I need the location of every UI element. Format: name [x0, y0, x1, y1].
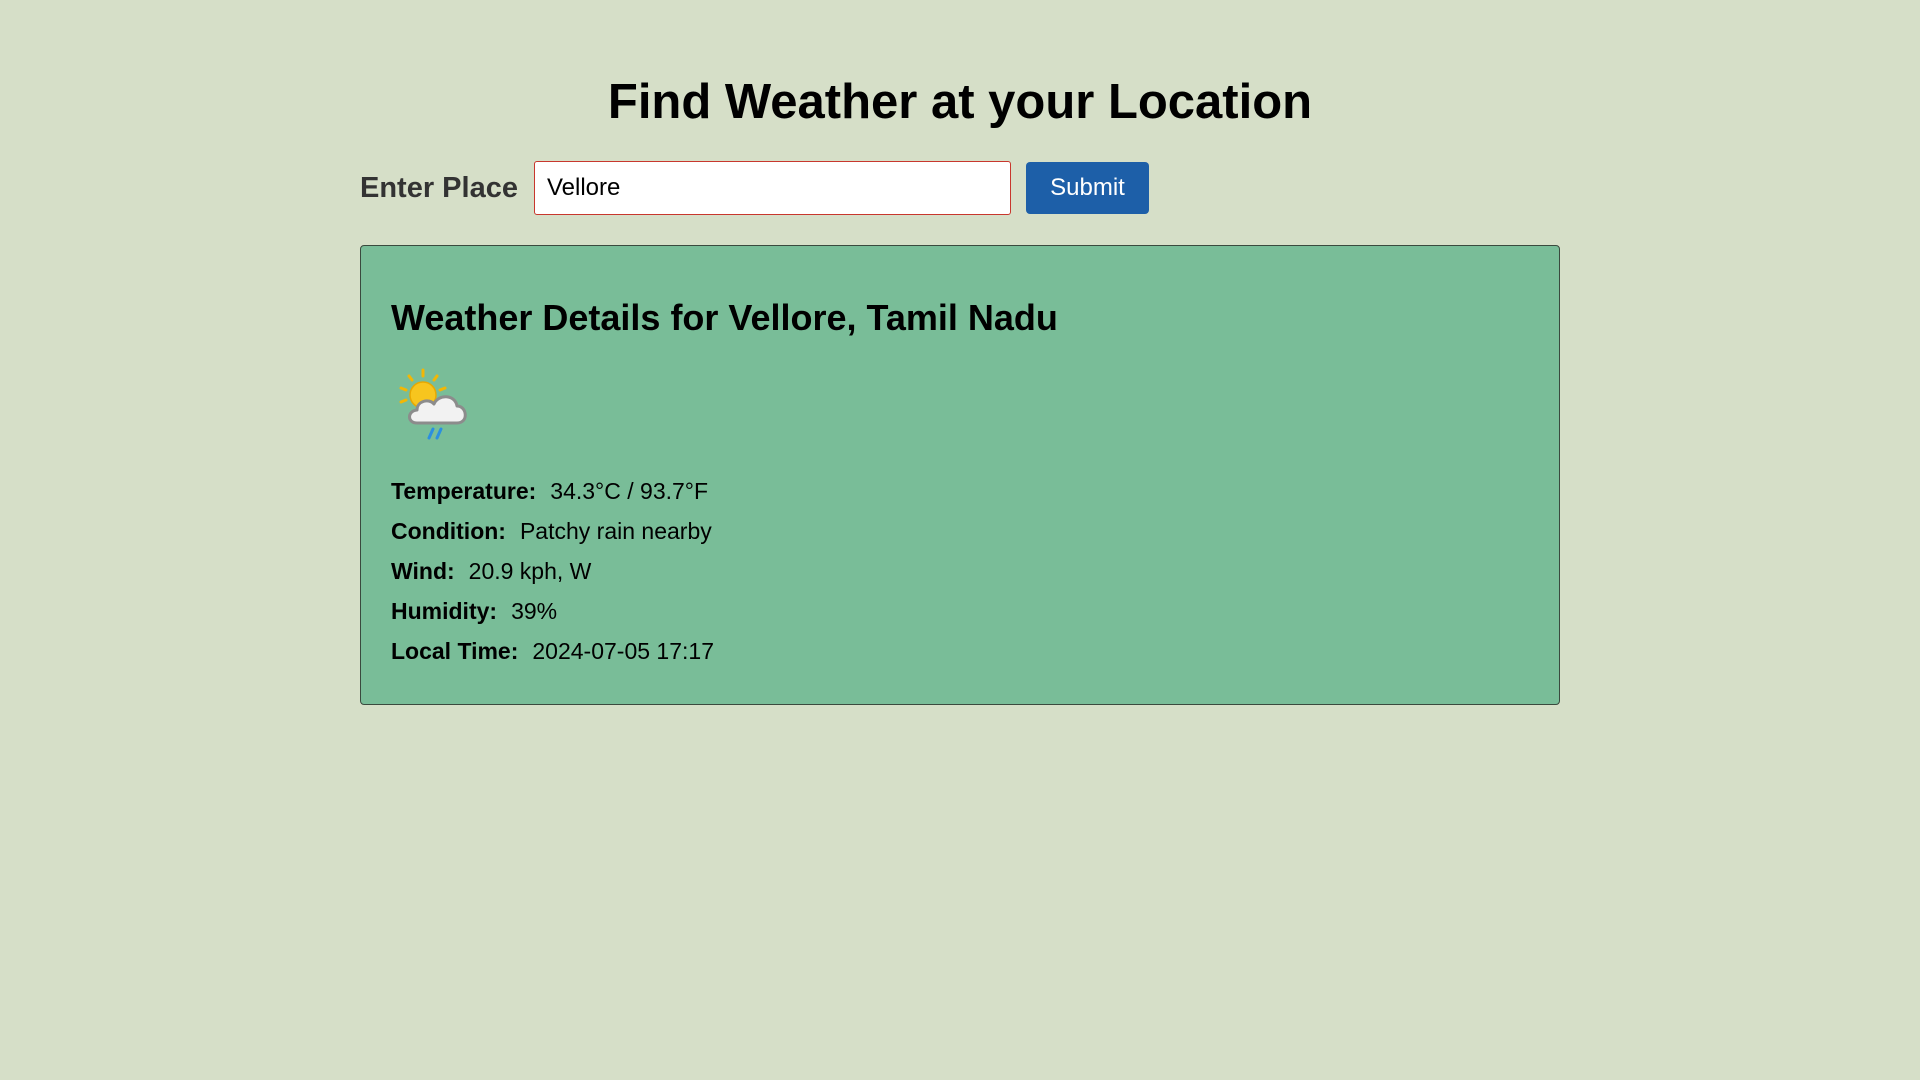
local-time-value: 2024-07-05 17:17 [532, 638, 714, 664]
submit-button[interactable]: Submit [1025, 162, 1149, 214]
temperature-row: Temperature: 34.3°C / 93.7°F [391, 471, 714, 511]
local-time-label: Local Time: [391, 638, 519, 664]
weather-card: Weather Details for Vellore, Tamil Nadu … [360, 245, 1560, 705]
page-title: Find Weather at your Location [607, 75, 1313, 129]
place-input[interactable] [533, 161, 1011, 215]
condition-label: Condition: [391, 518, 506, 544]
wind-label: Wind: [391, 558, 455, 584]
weather-details: Temperature: 34.3°C / 93.7°F Condition: Pa… [391, 471, 714, 671]
humidity-row: Humidity: 39% [391, 591, 714, 631]
condition-value: Patchy rain nearby [519, 518, 712, 544]
humidity-value: 39% [511, 598, 558, 624]
condition-row: Condition: Patchy rain nearby [391, 511, 714, 551]
temperature-label: Temperature: [391, 478, 537, 504]
search-form: Enter Place Submit [360, 161, 1149, 215]
humidity-label: Humidity: [391, 598, 498, 624]
local-time-row: Local Time: 2024-07-05 17:17 [391, 631, 714, 671]
temperature-value: 34.3°C / 93.7°F [550, 478, 709, 504]
wind-value: 20.9 kph, W [468, 558, 592, 584]
place-label: Enter Place [360, 172, 518, 204]
patchy-rain-icon [399, 368, 467, 440]
weather-heading: Weather Details for Vellore, Tamil Nadu [391, 297, 1058, 338]
wind-row: Wind: 20.9 kph, W [391, 551, 714, 591]
